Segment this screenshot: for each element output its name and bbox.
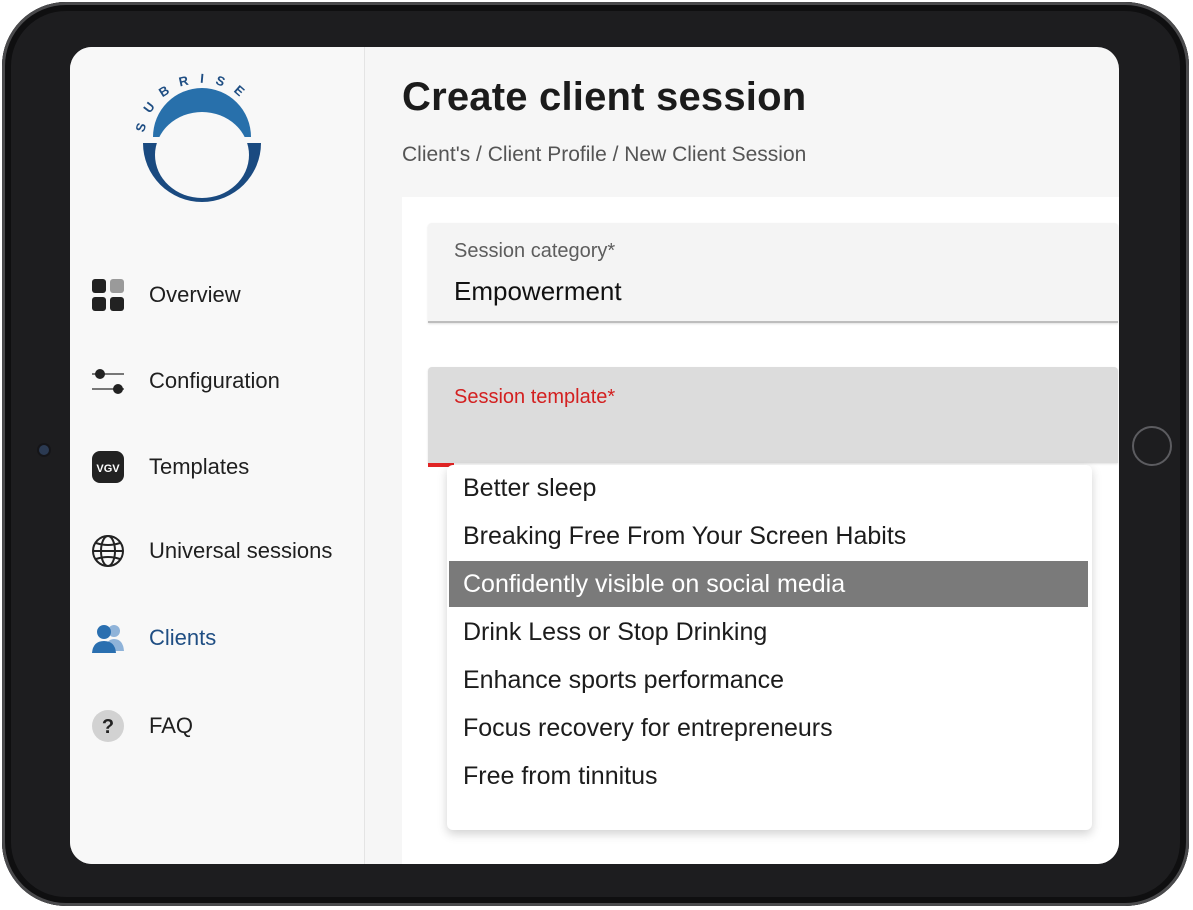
sidebar-item-label: Overview bbox=[149, 282, 241, 307]
sidebar-item-universal-sessions[interactable]: Universal sessions bbox=[90, 531, 332, 571]
dropdown-option[interactable]: Better sleep bbox=[449, 465, 1088, 511]
session-template-select[interactable]: Session template* bbox=[428, 367, 1118, 463]
sliders-icon bbox=[90, 363, 126, 399]
form-card: Session category* Empowerment Session te… bbox=[402, 197, 1119, 864]
app-screen: SUBRISE Overview Configuration VGV Templ… bbox=[70, 47, 1119, 864]
question-icon: ? bbox=[90, 708, 126, 744]
session-template-dropdown: Better sleep Breaking Free From Your Scr… bbox=[447, 465, 1092, 830]
sidebar-item-label: Templates bbox=[149, 454, 250, 479]
breadcrumb: Client's / Client Profile / New Client S… bbox=[402, 143, 807, 166]
dropdown-option[interactable]: Enhance sports performance bbox=[449, 657, 1088, 703]
sidebar-item-clients[interactable]: Clients bbox=[90, 618, 216, 658]
dropdown-option[interactable]: Free from tinnitus bbox=[449, 753, 1088, 799]
dropdown-option[interactable]: Focus recovery for entrepreneurs bbox=[449, 705, 1088, 751]
sidebar-item-configuration[interactable]: Configuration bbox=[90, 361, 280, 401]
sidebar-item-overview[interactable]: Overview bbox=[90, 275, 241, 315]
session-template-label: Session template* bbox=[454, 386, 616, 408]
svg-text:VGV: VGV bbox=[96, 463, 120, 475]
svg-text:?: ? bbox=[102, 716, 114, 738]
session-category-label: Session category* bbox=[454, 240, 616, 262]
home-button[interactable] bbox=[1132, 426, 1172, 466]
page-title: Create client session bbox=[402, 75, 807, 119]
dropdown-option[interactable]: Breaking Free From Your Screen Habits bbox=[449, 513, 1088, 559]
sidebar-item-label: Configuration bbox=[149, 368, 280, 393]
dropdown-option[interactable]: Drink Less or Stop Drinking bbox=[449, 609, 1088, 655]
sidebar-item-faq[interactable]: ? FAQ bbox=[90, 706, 193, 746]
session-category-select[interactable]: Session category* Empowerment bbox=[428, 223, 1118, 323]
grid-icon bbox=[90, 277, 126, 313]
sidebar-item-label: FAQ bbox=[149, 713, 194, 738]
templates-icon: VGV bbox=[90, 449, 126, 485]
globe-icon bbox=[90, 533, 126, 569]
session-category-value: Empowerment bbox=[454, 276, 622, 306]
camera bbox=[39, 445, 49, 455]
sidebar-item-templates[interactable]: VGV Templates bbox=[90, 447, 249, 487]
sidebar-item-label: Universal sessions bbox=[149, 538, 333, 563]
sidebar: SUBRISE Overview Configuration VGV Templ… bbox=[70, 47, 365, 864]
sidebar-item-label: Clients bbox=[149, 625, 217, 650]
subrise-logo: SUBRISE bbox=[132, 73, 261, 202]
main-content: Create client session Client's / Client … bbox=[365, 47, 1119, 864]
dropdown-option-highlighted[interactable]: Confidently visible on social media bbox=[449, 561, 1088, 607]
users-icon bbox=[90, 620, 126, 656]
